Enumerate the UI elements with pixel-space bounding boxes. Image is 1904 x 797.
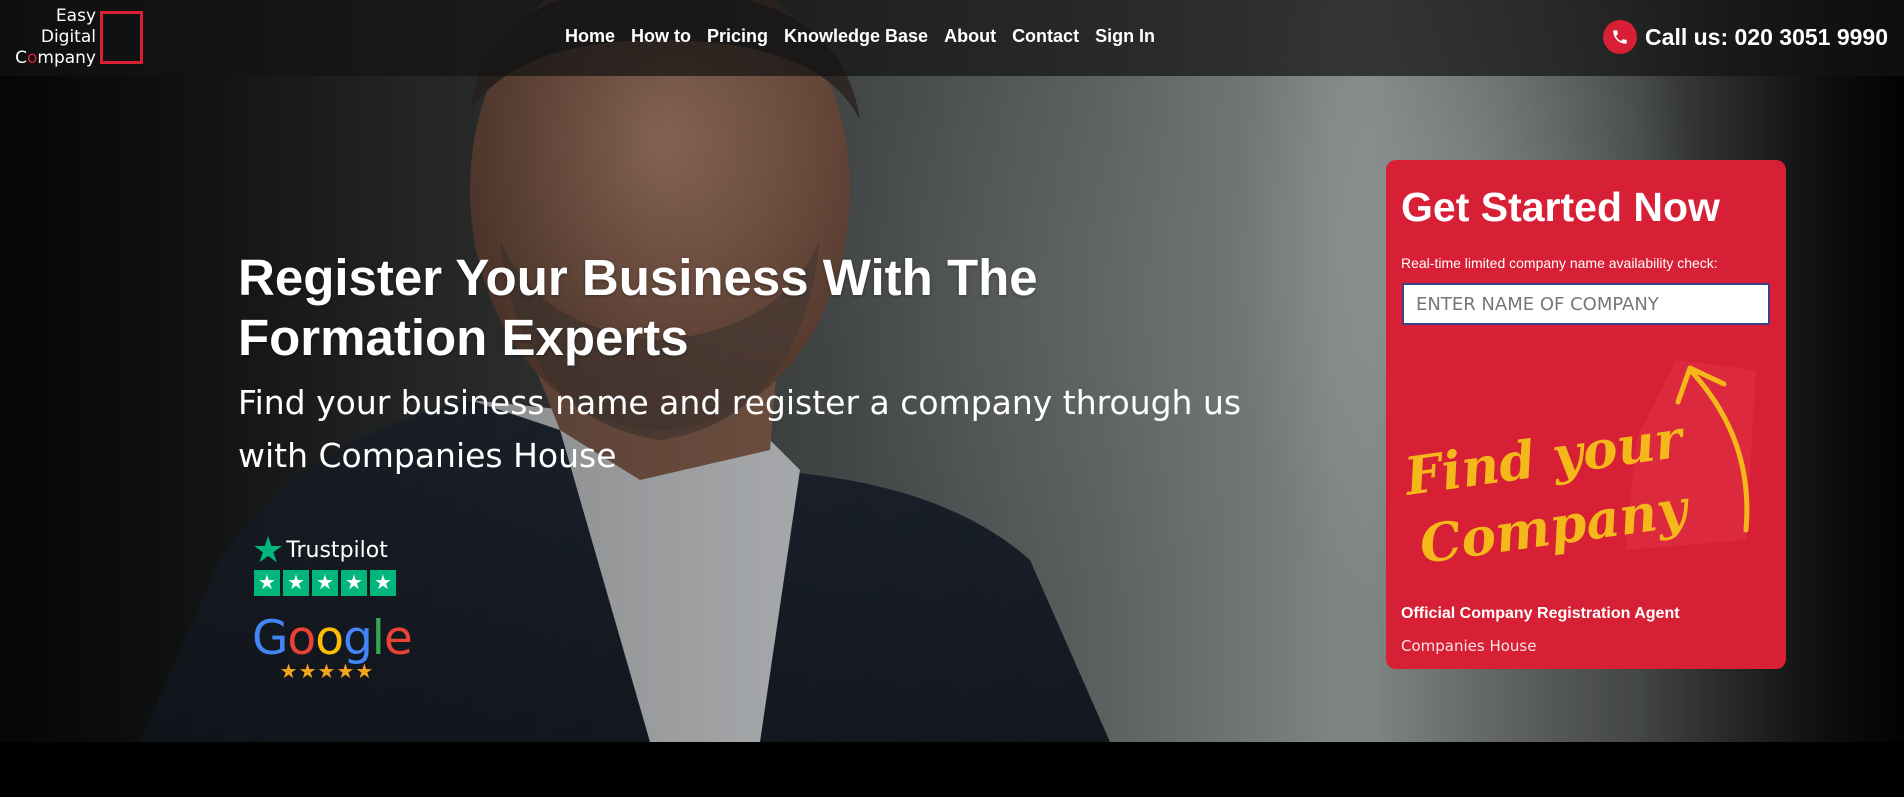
trustpilot-star-icon: ★ xyxy=(252,529,285,570)
nav-home[interactable]: Home xyxy=(565,26,615,47)
nav-knowledge-base[interactable]: Knowledge Base xyxy=(784,26,928,47)
google-reviews-badge[interactable]: Google ★★★★★ xyxy=(252,611,413,683)
google-letter: G xyxy=(252,611,288,666)
star-icon: ★ xyxy=(312,570,338,596)
google-letter: g xyxy=(342,611,373,666)
main-navigation: Home How to Pricing Knowledge Base About… xyxy=(565,26,1155,47)
site-logo[interactable]: Easy Digital Company xyxy=(14,6,146,68)
google-letter: e xyxy=(383,611,413,666)
trustpilot-wordmark: Trustpilot xyxy=(286,537,388,563)
trustpilot-badge[interactable]: ★ Trustpilot ★ ★ ★ ★ ★ xyxy=(252,532,402,596)
trustpilot-logo: ★ Trustpilot xyxy=(252,532,402,568)
registration-agent-label: Official Company Registration Agent xyxy=(1401,605,1680,622)
nav-sign-in[interactable]: Sign In xyxy=(1095,26,1155,47)
get-started-card: Get Started Now Real-time limited compan… xyxy=(1386,160,1786,669)
google-letter: o xyxy=(287,611,316,666)
nav-how-to[interactable]: How to xyxy=(631,26,691,47)
star-icon: ★ xyxy=(370,570,396,596)
star-icon: ★ xyxy=(283,570,309,596)
logo-line-1: Easy xyxy=(55,6,96,26)
company-name-check-label: Real-time limited company name availabil… xyxy=(1401,255,1718,271)
google-logo: Google xyxy=(252,611,413,666)
star-icon: ★ xyxy=(254,570,280,596)
find-your-company-graphic: Find your Company xyxy=(1399,360,1756,576)
google-letter: l xyxy=(371,611,385,666)
logo-wordmark: Easy Digital Company xyxy=(14,6,96,69)
logo-line-2: Digital xyxy=(40,27,96,47)
logo-square-mark xyxy=(100,11,143,64)
hero-headline: Register Your Business With The Formatio… xyxy=(238,249,1038,366)
nav-pricing[interactable]: Pricing xyxy=(707,26,768,47)
trustpilot-rating: ★ ★ ★ ★ ★ xyxy=(254,570,402,596)
company-name-input[interactable] xyxy=(1402,283,1770,325)
call-us-link[interactable]: Call us: 020 3051 9990 xyxy=(1603,20,1888,54)
top-nav-bar: Easy Digital Company Home How to Pricing… xyxy=(0,0,1904,76)
star-icon: ★ xyxy=(341,570,367,596)
call-us-text: Call us: 020 3051 9990 xyxy=(1645,23,1888,50)
card-title: Get Started Now xyxy=(1401,184,1720,230)
companies-house-label: Companies House xyxy=(1401,637,1537,655)
nav-contact[interactable]: Contact xyxy=(1012,26,1079,47)
hero-subheadline: Find your business name and register a c… xyxy=(238,383,1242,475)
phone-icon xyxy=(1603,20,1638,54)
google-letter: o xyxy=(315,611,344,666)
logo-line-3: Company xyxy=(15,48,96,68)
nav-about[interactable]: About xyxy=(944,26,996,47)
